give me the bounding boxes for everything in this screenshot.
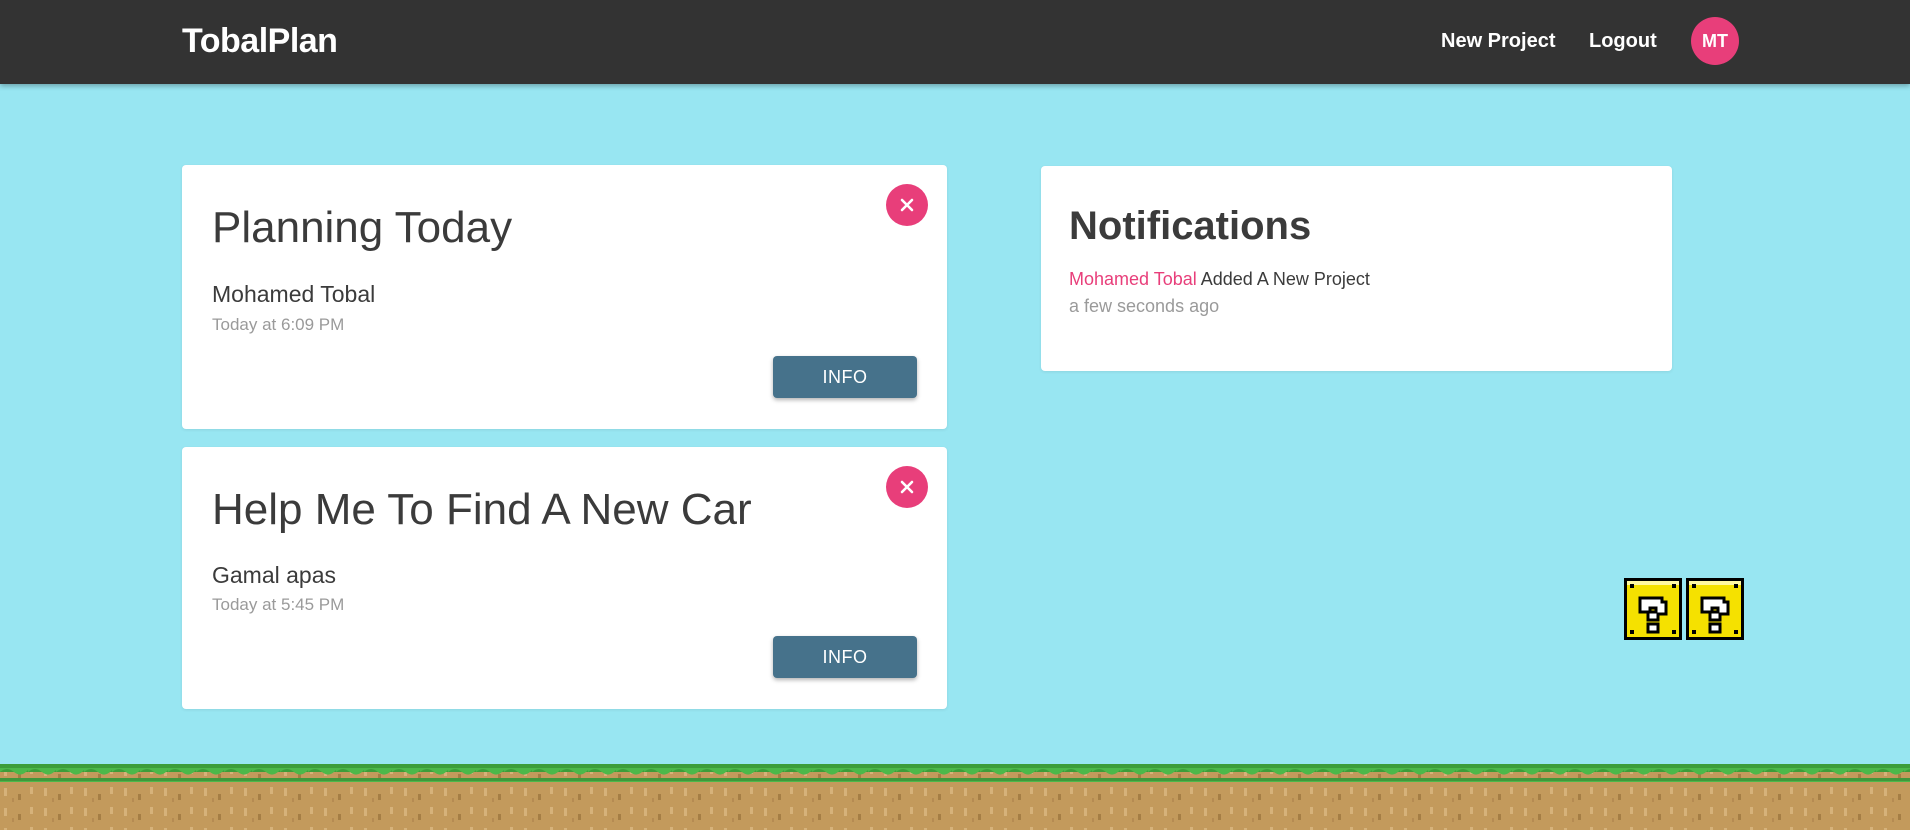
new-project-link[interactable]: New Project <box>1441 30 1555 53</box>
project-title: Planning Today <box>212 203 513 252</box>
notifications-card: Notifications Mohamed Tobal Added A New … <box>1041 166 1672 371</box>
project-card: Planning Today Mohamed Tobal Today at 6:… <box>182 165 947 429</box>
project-time: Today at 6:09 PM <box>212 315 345 334</box>
notification-time: a few seconds ago <box>1069 296 1220 316</box>
info-button[interactable]: INFO <box>773 636 917 678</box>
project-author: Mohamed Tobal <box>212 281 376 307</box>
project-title: Help Me To Find A New Car <box>212 485 752 534</box>
close-icon <box>900 480 914 494</box>
delete-project-button[interactable] <box>886 184 928 226</box>
project-time: Today at 5:45 PM <box>212 595 345 614</box>
notification-action: Added A New Project <box>1200 269 1370 289</box>
close-icon <box>900 198 914 212</box>
question-block-icon <box>1624 578 1744 640</box>
grass-ground-decoration <box>0 764 1910 830</box>
navbar: TobalPlan New Project Logout MT <box>0 0 1910 84</box>
notification-item: Mohamed Tobal Added A New Project <box>1069 269 1370 290</box>
project-card: Help Me To Find A New Car Gamal apas Tod… <box>182 447 947 709</box>
project-author: Gamal apas <box>212 562 337 588</box>
brand-logo[interactable]: TobalPlan <box>182 22 338 61</box>
delete-project-button[interactable] <box>886 466 928 508</box>
logout-link[interactable]: Logout <box>1589 30 1657 53</box>
notification-user[interactable]: Mohamed Tobal <box>1069 269 1197 289</box>
avatar[interactable]: MT <box>1691 17 1739 65</box>
info-button[interactable]: INFO <box>773 356 917 398</box>
notifications-title: Notifications <box>1069 204 1312 248</box>
